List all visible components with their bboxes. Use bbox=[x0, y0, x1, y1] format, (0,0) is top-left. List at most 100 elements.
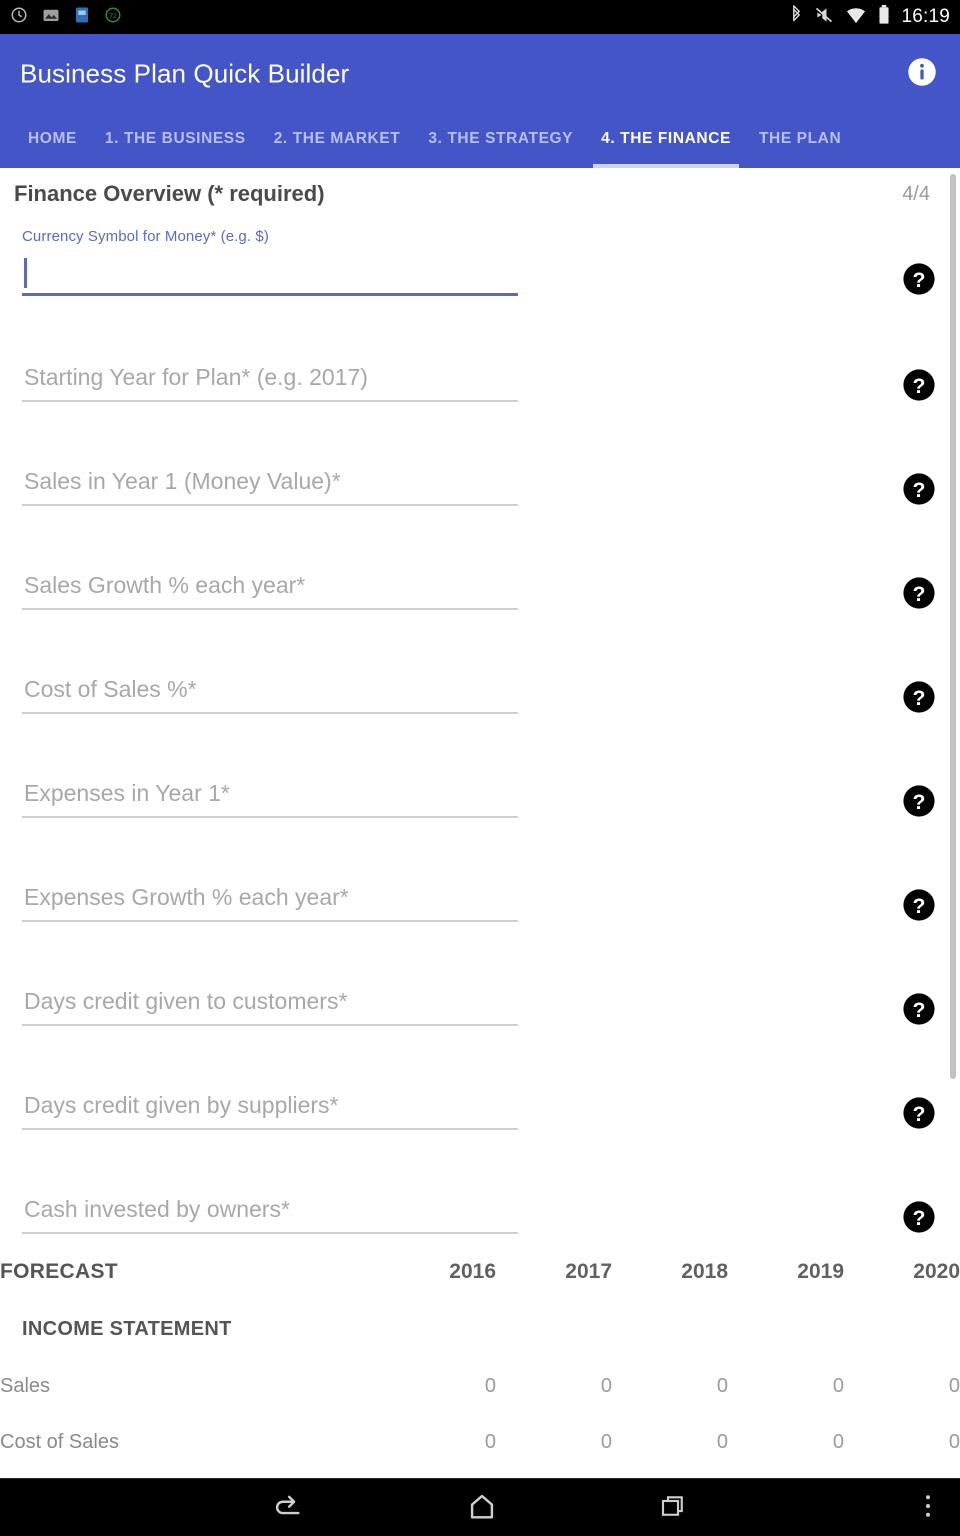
bluetooth-icon bbox=[790, 4, 803, 30]
forecast-sales-2019: 0 bbox=[832, 1374, 844, 1397]
section-counter: 4/4 bbox=[902, 182, 930, 205]
currency-symbol-input[interactable] bbox=[22, 252, 518, 296]
forecast-year-2019: 2019 bbox=[797, 1260, 844, 1283]
svg-text:72: 72 bbox=[109, 13, 117, 20]
forecast-header-label: FORECAST bbox=[0, 1260, 118, 1283]
tab-bar: HOME 1. THE BUSINESS 2. THE MARKET 3. TH… bbox=[0, 114, 960, 168]
tab-home[interactable]: HOME bbox=[14, 114, 91, 168]
forecast-year-2016: 2016 bbox=[449, 1260, 496, 1283]
svg-text:?: ? bbox=[913, 268, 926, 292]
app-screen: 72 16:19 Business Plan Quick Builder HOM… bbox=[0, 0, 960, 1536]
help-icon-sales-growth[interactable]: ? bbox=[902, 576, 936, 610]
field-row-days-credit-customers: ? bbox=[0, 956, 960, 1060]
forecast-sales-2017: 0 bbox=[600, 1374, 612, 1397]
tab-the-market[interactable]: 2. THE MARKET bbox=[260, 114, 415, 168]
info-icon bbox=[907, 57, 937, 92]
currency-symbol-label: Currency Symbol for Money* (e.g. $) bbox=[22, 228, 269, 245]
forecast-cost-of-sales-2016: 0 bbox=[484, 1430, 496, 1453]
forecast-sales-2020: 0 bbox=[948, 1374, 960, 1397]
status-bar: 72 16:19 bbox=[0, 0, 960, 34]
help-icon-sales-year-1[interactable]: ? bbox=[902, 472, 936, 506]
help-icon-expenses-growth[interactable]: ? bbox=[902, 888, 936, 922]
forecast-section-title: INCOME STATEMENT bbox=[22, 1317, 232, 1340]
vibrate-icon bbox=[814, 5, 834, 30]
help-icon-expenses-year-1[interactable]: ? bbox=[902, 784, 936, 818]
cost-of-sales-pct-input[interactable] bbox=[22, 670, 518, 714]
back-button[interactable] bbox=[232, 1479, 342, 1536]
overflow-menu-button[interactable] bbox=[900, 1479, 956, 1536]
sales-growth-input[interactable] bbox=[22, 566, 518, 610]
svg-text:?: ? bbox=[913, 374, 926, 398]
svg-text:?: ? bbox=[913, 1102, 926, 1126]
app-bar: Business Plan Quick Builder bbox=[0, 34, 960, 114]
tab-the-business[interactable]: 1. THE BUSINESS bbox=[91, 114, 260, 168]
field-row-expenses-year-1: ? bbox=[0, 748, 960, 852]
overflow-menu-icon bbox=[924, 1491, 932, 1526]
battery-saver-icon: 72 bbox=[104, 6, 122, 29]
help-icon-days-credit-customers[interactable]: ? bbox=[902, 992, 936, 1026]
svg-text:?: ? bbox=[913, 582, 926, 606]
forecast-sales-2016: 0 bbox=[484, 1374, 496, 1397]
scrollbar-thumb[interactable] bbox=[950, 174, 956, 1079]
forecast-header-row: FORECAST 2016 2017 2018 2019 2020 bbox=[0, 1244, 960, 1300]
help-icon-cost-of-sales-pct[interactable]: ? bbox=[902, 680, 936, 714]
sdcard-icon bbox=[74, 6, 90, 29]
help-icon-currency-symbol[interactable]: ? bbox=[902, 262, 936, 296]
field-row-starting-year: ? bbox=[0, 332, 960, 436]
status-bar-left-icons: 72 bbox=[10, 6, 122, 29]
starting-year-input[interactable] bbox=[22, 358, 518, 402]
section-title: Finance Overview (* required) bbox=[14, 181, 325, 206]
back-icon bbox=[270, 1489, 304, 1528]
help-icon-days-credit-suppliers[interactable]: ? bbox=[902, 1096, 936, 1130]
forecast-row-label-sales: Sales bbox=[0, 1374, 51, 1397]
forecast-year-2020: 2020 bbox=[913, 1260, 960, 1283]
status-bar-clock: 16:19 bbox=[901, 6, 950, 27]
field-row-sales-growth: ? bbox=[0, 540, 960, 644]
field-row-expenses-growth: ? bbox=[0, 852, 960, 956]
forecast-cost-of-sales-2019: 0 bbox=[832, 1430, 844, 1453]
field-row-cost-of-sales-pct: ? bbox=[0, 644, 960, 748]
forecast-cost-of-sales-2018: 0 bbox=[716, 1430, 728, 1453]
info-button[interactable] bbox=[902, 54, 942, 94]
tab-the-finance[interactable]: 4. THE FINANCE bbox=[587, 114, 745, 168]
expenses-year-1-input[interactable] bbox=[22, 774, 518, 818]
recents-icon bbox=[658, 1491, 688, 1526]
svg-text:?: ? bbox=[913, 1206, 926, 1230]
scrollbar[interactable] bbox=[950, 172, 956, 1478]
expenses-growth-input[interactable] bbox=[22, 878, 518, 922]
form-content: Finance Overview (* required) 4/4 Curren… bbox=[0, 168, 960, 1478]
forecast-section-income-statement: INCOME STATEMENT bbox=[0, 1300, 960, 1358]
tab-the-strategy[interactable]: 3. THE STRATEGY bbox=[414, 114, 587, 168]
section-header: Finance Overview (* required) 4/4 bbox=[0, 168, 960, 220]
field-row-sales-year-1: ? bbox=[0, 436, 960, 540]
forecast-table: FORECAST 2016 2017 2018 2019 2020 INCOME… bbox=[0, 1244, 960, 1470]
field-row-cash-invested: ? bbox=[0, 1164, 960, 1244]
forecast-year-2017: 2017 bbox=[565, 1260, 612, 1283]
table-row: Cost of Sales 0 0 0 0 0 bbox=[0, 1414, 960, 1470]
cash-invested-input[interactable] bbox=[22, 1190, 518, 1234]
field-row-currency-symbol: Currency Symbol for Money* (e.g. $) ? bbox=[0, 220, 960, 332]
help-icon-starting-year[interactable]: ? bbox=[902, 368, 936, 402]
svg-text:?: ? bbox=[913, 998, 926, 1022]
home-button[interactable] bbox=[427, 1479, 537, 1536]
forecast-cost-of-sales-2017: 0 bbox=[600, 1430, 612, 1453]
svg-text:?: ? bbox=[913, 894, 926, 918]
svg-text:?: ? bbox=[913, 790, 926, 814]
home-icon bbox=[465, 1489, 499, 1528]
help-icon-cash-invested[interactable]: ? bbox=[902, 1200, 936, 1234]
days-credit-customers-input[interactable] bbox=[22, 982, 518, 1026]
tab-the-plan[interactable]: THE PLAN bbox=[745, 114, 855, 168]
days-credit-suppliers-input[interactable] bbox=[22, 1086, 518, 1130]
svg-text:?: ? bbox=[913, 686, 926, 710]
alarm-icon bbox=[10, 6, 28, 29]
status-bar-right-icons: 16:19 bbox=[790, 4, 950, 30]
table-row: Sales 0 0 0 0 0 bbox=[0, 1358, 960, 1414]
recents-button[interactable] bbox=[618, 1479, 728, 1536]
android-navigation-bar bbox=[0, 1478, 960, 1536]
forecast-row-label-cost-of-sales: Cost of Sales bbox=[0, 1430, 119, 1453]
forecast-sales-2018: 0 bbox=[716, 1374, 728, 1397]
field-row-days-credit-suppliers: ? bbox=[0, 1060, 960, 1164]
forecast-year-2018: 2018 bbox=[681, 1260, 728, 1283]
forecast-cost-of-sales-2020: 0 bbox=[948, 1430, 960, 1453]
sales-year-1-input[interactable] bbox=[22, 462, 518, 506]
